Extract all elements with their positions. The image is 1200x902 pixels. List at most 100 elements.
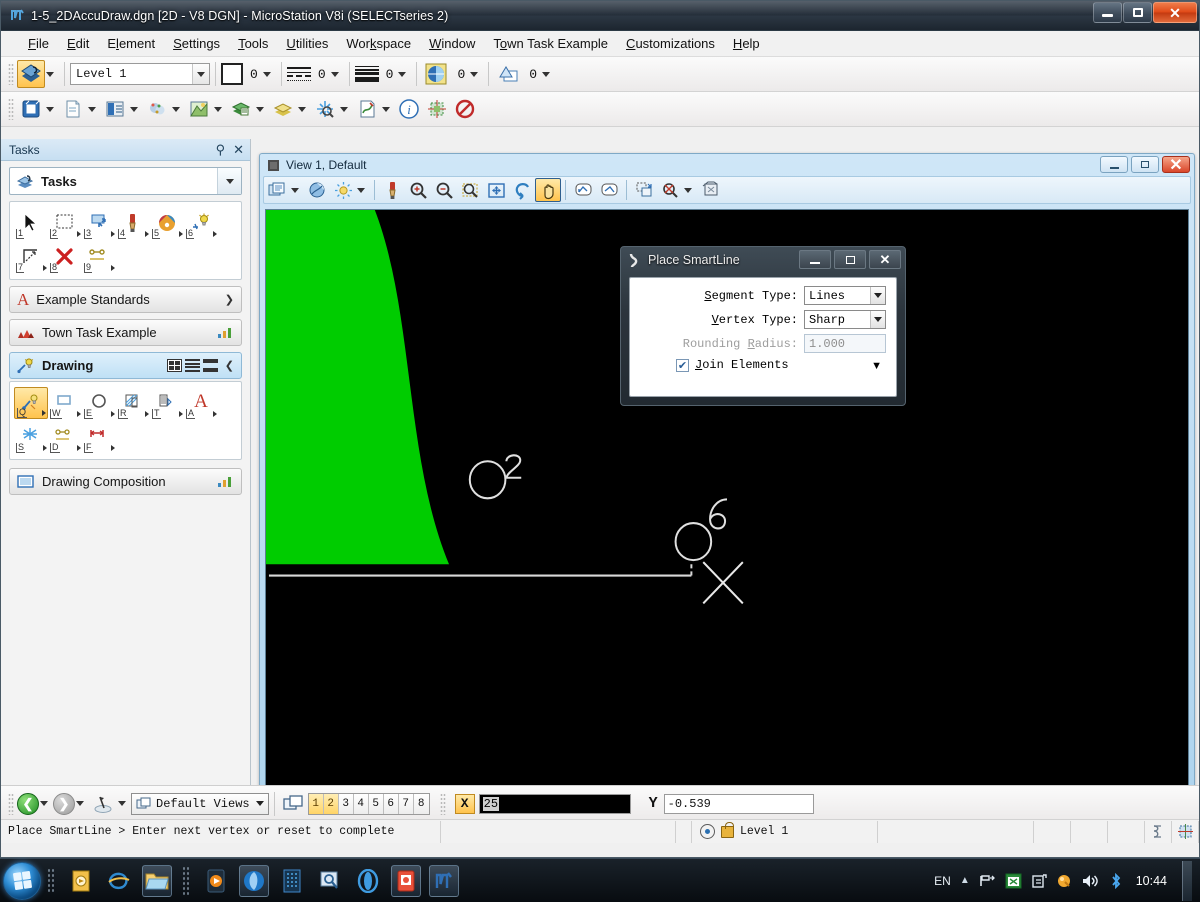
transparency-icon[interactable] xyxy=(422,60,450,88)
dialog-minimize-button[interactable] xyxy=(799,250,831,269)
copy-view-icon[interactable] xyxy=(631,178,657,202)
zoom-in-icon[interactable] xyxy=(405,178,431,202)
level-combo[interactable]: Level 1 xyxy=(70,63,210,85)
references-caret[interactable] xyxy=(88,106,96,112)
view-number-8[interactable]: 8 xyxy=(413,793,429,814)
tool-flyout-arrow[interactable] xyxy=(111,265,115,271)
change-attributes-tool[interactable]: 5 xyxy=(150,207,184,239)
fence-tool[interactable]: 2 xyxy=(48,207,82,239)
back-arrow-icon[interactable]: ❮ xyxy=(17,792,39,815)
task-group-drawing-composition[interactable]: Drawing Composition xyxy=(9,468,242,495)
fence-icon-cell[interactable] xyxy=(1172,820,1199,843)
taskbar-clock[interactable]: 10:44 xyxy=(1136,874,1167,888)
dimension-element-tool[interactable]: D xyxy=(48,421,82,453)
taskbar-grip[interactable] xyxy=(182,865,191,896)
linestyle-caret[interactable] xyxy=(330,71,339,77)
media-center-icon[interactable] xyxy=(66,865,96,897)
menu-workspace[interactable]: Workspace xyxy=(337,33,420,54)
screen-recorder-icon[interactable] xyxy=(277,865,307,897)
vertex-type-combo[interactable]: Sharp xyxy=(804,310,886,329)
level-manager-icon[interactable] xyxy=(227,95,255,123)
toolbar-grip[interactable] xyxy=(8,98,14,120)
task-group-example-standards[interactable]: A Example Standards ❯ xyxy=(9,286,242,313)
chevron-down-icon[interactable]: ▼ xyxy=(871,360,882,372)
cascade-windows-icon[interactable] xyxy=(280,790,308,818)
bars-view-icon[interactable] xyxy=(202,359,218,372)
tool-flyout-arrow[interactable] xyxy=(111,231,115,237)
snap-mode-icon[interactable] xyxy=(699,824,715,839)
menu-town-task-example[interactable]: Town Task Example xyxy=(484,33,617,54)
dimension-linear-tool[interactable]: F xyxy=(82,421,116,453)
opera-icon[interactable] xyxy=(353,865,383,897)
level-manager-caret[interactable] xyxy=(256,106,264,112)
level-display-icon[interactable] xyxy=(269,95,297,123)
priority-caret[interactable] xyxy=(542,71,551,77)
clip-volume-caret[interactable] xyxy=(684,187,692,193)
chevron-down-icon[interactable]: ❯ xyxy=(225,293,234,306)
lineweight-icon[interactable] xyxy=(354,64,379,84)
menu-utilities[interactable]: Utilities xyxy=(277,33,337,54)
maximize-button[interactable] xyxy=(1123,2,1152,23)
view-number-1[interactable]: 1 xyxy=(308,793,324,814)
join-elements-checkbox[interactable]: ✔ xyxy=(676,358,689,372)
active-level-icon[interactable] xyxy=(17,60,45,88)
status-level-cell[interactable]: Level 1 xyxy=(691,820,878,843)
toolbar-grip[interactable] xyxy=(439,792,446,815)
place-circle-tool[interactable]: E xyxy=(82,387,116,419)
menu-file[interactable]: File xyxy=(19,33,58,54)
models-icon[interactable] xyxy=(17,95,45,123)
start-button[interactable] xyxy=(3,861,41,900)
bluetooth-icon[interactable] xyxy=(1109,872,1123,889)
view-display-mode-icon[interactable] xyxy=(304,178,330,202)
view-attributes-caret[interactable] xyxy=(291,187,299,193)
menu-window[interactable]: Window xyxy=(420,33,484,54)
view-brightness-caret[interactable] xyxy=(357,187,365,193)
clip-mask-icon[interactable] xyxy=(697,178,723,202)
terrain-model-caret[interactable] xyxy=(214,106,222,112)
element-selection-caret[interactable] xyxy=(340,106,348,112)
windows-explorer-icon[interactable] xyxy=(142,864,172,897)
browser-icon[interactable] xyxy=(239,864,269,897)
forward-arrow-icon[interactable]: ❯ xyxy=(53,792,75,815)
chart-icon[interactable] xyxy=(217,326,234,339)
place-block-tool[interactable]: W xyxy=(48,387,82,419)
fit-view-icon[interactable] xyxy=(483,178,509,202)
tool-flyout-arrow[interactable] xyxy=(145,411,149,417)
view-number-4[interactable]: 4 xyxy=(353,793,369,814)
accudraw-x-input[interactable]: 25 xyxy=(478,793,631,814)
delete-element-tool[interactable]: 8 xyxy=(48,241,82,273)
language-indicator[interactable]: EN xyxy=(934,874,951,888)
view-number-7[interactable]: 7 xyxy=(398,793,414,814)
place-smartline-tool[interactable]: Q xyxy=(14,387,48,419)
default-views-combo[interactable]: Default Views xyxy=(131,792,269,815)
rotate-icon[interactable] xyxy=(89,790,117,818)
rotate-view-icon[interactable] xyxy=(509,178,535,202)
tool-flyout-arrow[interactable] xyxy=(111,411,115,417)
accudraw-y-input[interactable]: -0.539 xyxy=(663,793,814,814)
chevron-down-icon[interactable] xyxy=(217,168,241,194)
microstation-icon[interactable] xyxy=(429,864,459,897)
no-element-icon[interactable] xyxy=(451,95,479,123)
eject-icon[interactable] xyxy=(1031,873,1047,889)
element-info-icon[interactable]: i xyxy=(395,95,423,123)
tool-flyout-arrow[interactable] xyxy=(77,445,81,451)
chevron-down-icon[interactable] xyxy=(870,311,885,328)
view-close-button[interactable]: ✕ xyxy=(1162,156,1190,174)
menu-tools[interactable]: Tools xyxy=(229,33,277,54)
point-cloud-icon[interactable] xyxy=(143,95,171,123)
linestyle-icon[interactable] xyxy=(286,64,311,84)
view-number-6[interactable]: 6 xyxy=(383,793,399,814)
toolbar-grip[interactable] xyxy=(8,63,14,85)
view-attributes-icon[interactable] xyxy=(264,178,290,202)
search-tool-icon[interactable] xyxy=(315,865,345,897)
clip-volume-icon[interactable] xyxy=(657,178,683,202)
window-area-icon[interactable] xyxy=(457,178,483,202)
minimize-button[interactable] xyxy=(1093,2,1122,23)
pin-icon[interactable]: ⚲ xyxy=(216,142,226,158)
lineweight-caret[interactable] xyxy=(398,71,407,77)
dialog-close-button[interactable]: ✕ xyxy=(869,250,901,269)
tool-flyout-arrow[interactable] xyxy=(179,231,183,237)
chevron-down-icon[interactable] xyxy=(870,287,885,304)
tool-flyout-arrow[interactable] xyxy=(42,410,46,416)
menu-element[interactable]: Element xyxy=(98,33,164,54)
